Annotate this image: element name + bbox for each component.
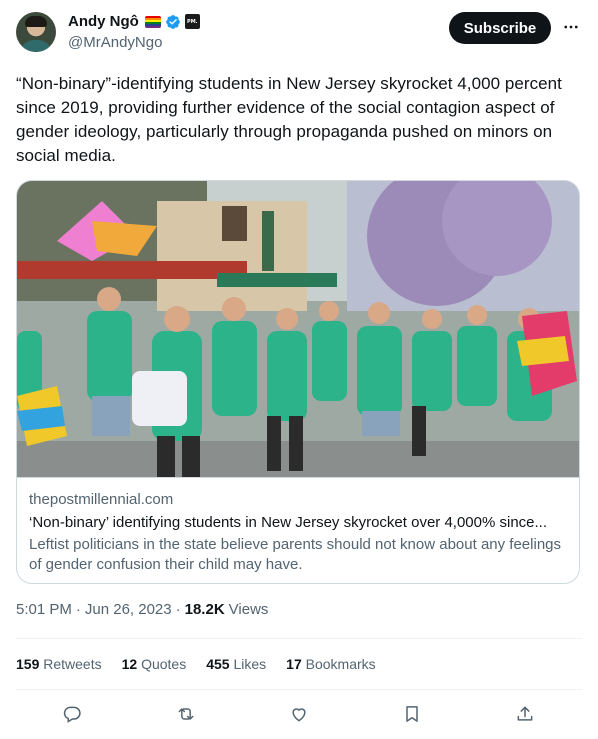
quotes-count: 12 — [121, 656, 138, 672]
retweets-count: 159 — [16, 656, 40, 672]
separator-dot: · — [75, 601, 81, 618]
verified-icon[interactable] — [165, 14, 181, 30]
tweet-text: “Non-binary”-identifying students in New… — [16, 74, 562, 165]
link-card-image[interactable] — [17, 181, 580, 477]
tweet-timestamp: 5:01 PM · Jun 26, 2023 · 18.2K Views — [16, 601, 268, 618]
author-name-row: Andy Ngô PM. — [68, 13, 200, 30]
action-bar — [16, 702, 582, 728]
link-card-domain: thepostmillennial.com — [29, 491, 174, 508]
link-card-description: Leftist politicians in the state believe… — [29, 536, 562, 573]
retweets-label: Retweets — [43, 656, 102, 672]
reply-icon[interactable] — [60, 702, 84, 726]
quotes-label: Quotes — [141, 656, 187, 672]
tweet-header: Andy Ngô PM. @MrAndyNgo Subscribe — [16, 10, 582, 54]
views-label: Views — [228, 601, 269, 618]
like-icon[interactable] — [287, 702, 311, 726]
bookmarks-label: Bookmarks — [305, 656, 376, 672]
bookmarks-stat[interactable]: 17 Bookmarks — [286, 656, 376, 672]
likes-label: Likes — [233, 656, 267, 672]
tweet-date[interactable]: Jun 26, 2023 — [85, 601, 172, 618]
rainbow-flag-icon — [144, 15, 161, 28]
link-card-meta[interactable]: thepostmillennial.com ‘Non-binary’ ident… — [17, 477, 579, 583]
subscribe-button[interactable]: Subscribe — [449, 12, 551, 44]
likes-count: 455 — [206, 656, 230, 672]
views-count: 18.2K — [184, 601, 225, 618]
publication-badge[interactable]: PM. — [184, 14, 200, 29]
bookmarks-count: 17 — [286, 656, 302, 672]
quotes-stat[interactable]: 12 Quotes — [122, 656, 187, 672]
bookmark-icon[interactable] — [400, 702, 424, 726]
author-handle[interactable]: @MrAndyNgo — [68, 34, 162, 51]
divider — [16, 638, 582, 639]
retweets-stat[interactable]: 159 Retweets — [16, 656, 102, 672]
author-display-name[interactable]: Andy Ngô — [68, 13, 139, 30]
engagement-stats: 159 Retweets 12 Quotes 455 Likes 17 Book… — [16, 656, 396, 672]
more-icon[interactable] — [560, 16, 582, 38]
divider — [16, 689, 582, 690]
tweet-time[interactable]: 5:01 PM — [16, 601, 72, 618]
avatar[interactable] — [16, 12, 56, 52]
retweet-icon[interactable] — [174, 702, 198, 726]
link-card-title: ‘Non-binary’ identifying students in New… — [29, 514, 548, 531]
separator-dot: · — [175, 601, 181, 618]
share-icon[interactable] — [513, 702, 537, 726]
link-card[interactable]: thepostmillennial.com ‘Non-binary’ ident… — [16, 180, 580, 584]
likes-stat[interactable]: 455 Likes — [206, 656, 266, 672]
